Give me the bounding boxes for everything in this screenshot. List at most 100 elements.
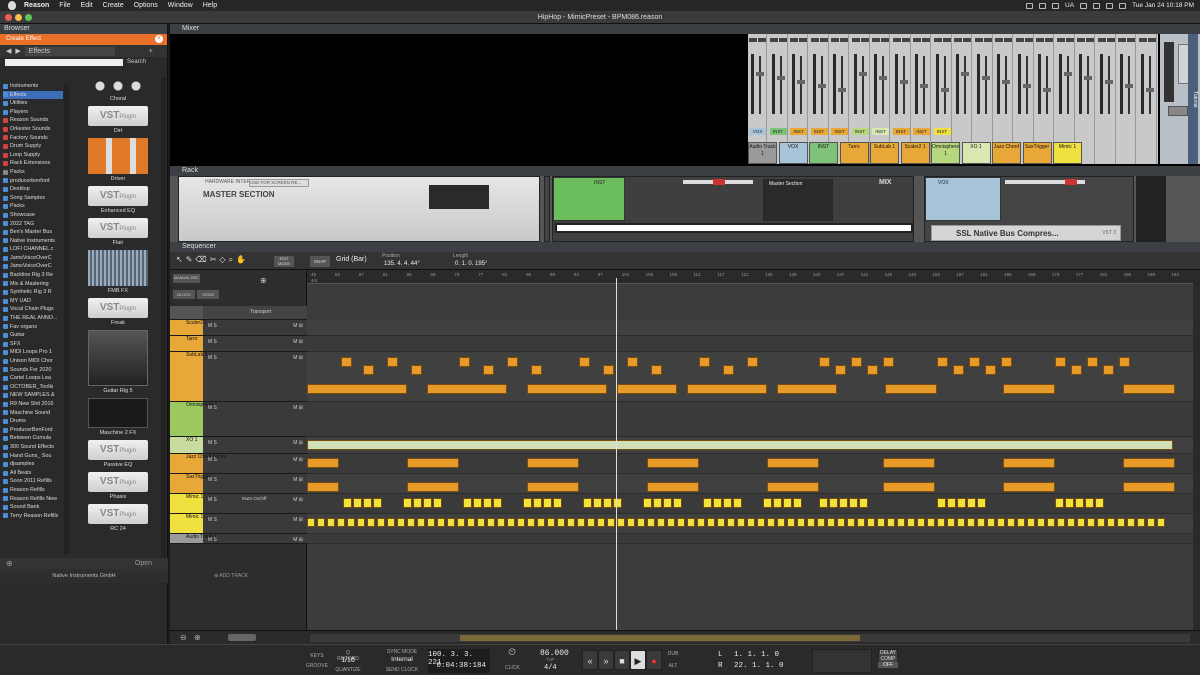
browser-category-item[interactable]: Fav organs bbox=[3, 323, 63, 332]
note-clip[interactable] bbox=[397, 518, 405, 527]
track-name[interactable]: Jazz Chord Slices bbox=[186, 454, 226, 460]
pencil-tool-icon[interactable]: ✎ bbox=[186, 255, 193, 265]
browser-category-item[interactable]: OCTOBER_Toolki bbox=[3, 383, 63, 392]
note-clip[interactable] bbox=[883, 482, 935, 492]
fader-track[interactable] bbox=[861, 56, 864, 114]
note-clip[interactable] bbox=[493, 498, 502, 508]
mute-button[interactable] bbox=[1138, 38, 1147, 42]
mixer-channel-name[interactable]: SaxTrigger bbox=[1022, 142, 1052, 164]
track-lane[interactable] bbox=[307, 402, 1193, 437]
note-clip[interactable] bbox=[617, 518, 625, 527]
note-clip[interactable] bbox=[613, 498, 622, 508]
note-clip[interactable] bbox=[673, 498, 682, 508]
fader-cap[interactable] bbox=[817, 84, 826, 88]
vox-channel-device[interactable]: VOX SSL Native Bus Compres... VST 3 bbox=[924, 176, 1134, 242]
note-clip[interactable] bbox=[543, 498, 552, 508]
fader-track[interactable] bbox=[1066, 56, 1069, 114]
note-clip[interactable] bbox=[819, 498, 828, 508]
fader-cap[interactable] bbox=[981, 76, 990, 80]
note-clip[interactable] bbox=[883, 357, 894, 367]
note-clip[interactable] bbox=[677, 518, 685, 527]
song-position-display[interactable]: 100. 3. 3. 221 0:04:38:184 bbox=[428, 649, 490, 673]
note-clip[interactable] bbox=[877, 518, 885, 527]
quantize-value[interactable]: 1/16 bbox=[335, 657, 361, 664]
browser-category-item[interactable]: MY UAD bbox=[3, 297, 63, 306]
note-clip[interactable] bbox=[777, 518, 785, 527]
mixer-channel-name[interactable]: VOX bbox=[778, 142, 808, 164]
note-clip[interactable] bbox=[407, 458, 459, 468]
mixer-channel-name[interactable]: Scaler2 1 bbox=[900, 142, 930, 164]
fast-forward-button[interactable]: » bbox=[598, 650, 614, 670]
device-tile[interactable]: VSTPlugin Phasis bbox=[78, 472, 158, 500]
add-icon[interactable]: ⊕ bbox=[260, 276, 267, 285]
play-button[interactable]: ▶ bbox=[630, 650, 646, 670]
mute-button[interactable] bbox=[933, 38, 942, 42]
note-clip[interactable] bbox=[1095, 498, 1104, 508]
note-clip[interactable] bbox=[437, 518, 445, 527]
browser-category-item[interactable]: MIDI Loops Pro 1 bbox=[3, 348, 63, 357]
mute-button[interactable] bbox=[1077, 38, 1085, 42]
mixer-channel-name[interactable]: INST bbox=[809, 142, 838, 164]
note-clip[interactable] bbox=[373, 498, 382, 508]
note-clip[interactable] bbox=[483, 498, 492, 508]
vertical-scrollbar[interactable] bbox=[1193, 270, 1200, 630]
browser-category-item[interactable]: Between Cumula bbox=[3, 434, 63, 443]
note-clip[interactable] bbox=[757, 518, 765, 527]
note-clip[interactable] bbox=[523, 498, 532, 508]
delay-comp-toggle[interactable]: OFF bbox=[878, 662, 898, 668]
note-clip[interactable] bbox=[857, 518, 865, 527]
browser-category-item[interactable]: NEW SAMPLES & bbox=[3, 391, 63, 400]
note-clip[interactable] bbox=[767, 482, 819, 492]
note-clip[interactable] bbox=[927, 518, 935, 527]
fader-track[interactable] bbox=[943, 56, 946, 114]
note-clip[interactable] bbox=[1003, 384, 1055, 394]
solo-button[interactable] bbox=[1065, 38, 1074, 42]
eraser-tool-icon[interactable]: ⌫ bbox=[195, 255, 206, 265]
fader-cap[interactable] bbox=[940, 88, 949, 92]
note-clip[interactable] bbox=[1107, 518, 1115, 527]
manual-rec-button[interactable]: MANUAL REC bbox=[173, 274, 200, 283]
browser-category-item[interactable]: 2022 TAG bbox=[3, 220, 63, 229]
mixer-channel-name[interactable]: XO 1 bbox=[961, 142, 991, 164]
note-clip[interactable] bbox=[387, 357, 398, 367]
device-tile[interactable]: Guitar Rig 5 bbox=[78, 330, 158, 394]
solo-button[interactable] bbox=[942, 38, 951, 42]
track-lane[interactable] bbox=[307, 534, 1193, 544]
note-clip[interactable] bbox=[987, 518, 995, 527]
solo-button[interactable] bbox=[840, 38, 848, 42]
rewind-button[interactable]: « bbox=[582, 650, 598, 670]
device-tile[interactable]: Driver bbox=[78, 138, 158, 182]
note-clip[interactable] bbox=[1103, 365, 1114, 375]
note-clip[interactable] bbox=[473, 498, 482, 508]
track-header[interactable]: SaxTrigger M S M ⊞ bbox=[170, 474, 307, 494]
track-header[interactable]: Mimic 1 M S M ⊞ Mute On/Off bbox=[170, 494, 307, 514]
track-name[interactable]: SaxTrigger bbox=[186, 474, 210, 480]
mute-button[interactable] bbox=[831, 38, 839, 42]
fader-track[interactable] bbox=[882, 56, 884, 114]
note-clip[interactable] bbox=[917, 518, 925, 527]
fader-track[interactable] bbox=[841, 56, 843, 114]
note-clip[interactable] bbox=[403, 498, 412, 508]
note-clip[interactable] bbox=[1087, 357, 1098, 367]
menu-help[interactable]: Help bbox=[198, 2, 222, 9]
note-clip[interactable] bbox=[835, 365, 846, 375]
lane-mute-button[interactable]: M ⊞ bbox=[293, 355, 303, 361]
browser-category-item[interactable]: Sounds For 2020 bbox=[3, 366, 63, 375]
note-clip[interactable] bbox=[1075, 498, 1084, 508]
track-name[interactable]: Mimic 1 bbox=[186, 514, 203, 520]
lane-mute-button[interactable]: M ⊞ bbox=[293, 440, 303, 446]
browser-category-item[interactable]: Guitar bbox=[3, 331, 63, 340]
note-clip[interactable] bbox=[1147, 518, 1155, 527]
fader-cap[interactable] bbox=[858, 72, 867, 76]
lane-mute-button[interactable]: M ⊞ bbox=[293, 323, 303, 329]
note-clip[interactable] bbox=[447, 518, 455, 527]
battery-icon[interactable] bbox=[1093, 2, 1101, 9]
mixer-channel-strip[interactable] bbox=[1117, 34, 1136, 164]
browser-category-item[interactable]: Rack Extensions bbox=[3, 159, 63, 168]
browser-category-item[interactable]: Instruments bbox=[3, 82, 63, 91]
solo-button[interactable] bbox=[778, 38, 787, 42]
metronome-icon[interactable]: ⏲ bbox=[505, 647, 519, 658]
length-value[interactable]: 0. 1. 0. 195° bbox=[455, 261, 487, 267]
solo-button[interactable] bbox=[1127, 38, 1135, 42]
fader-track[interactable] bbox=[1107, 56, 1110, 114]
